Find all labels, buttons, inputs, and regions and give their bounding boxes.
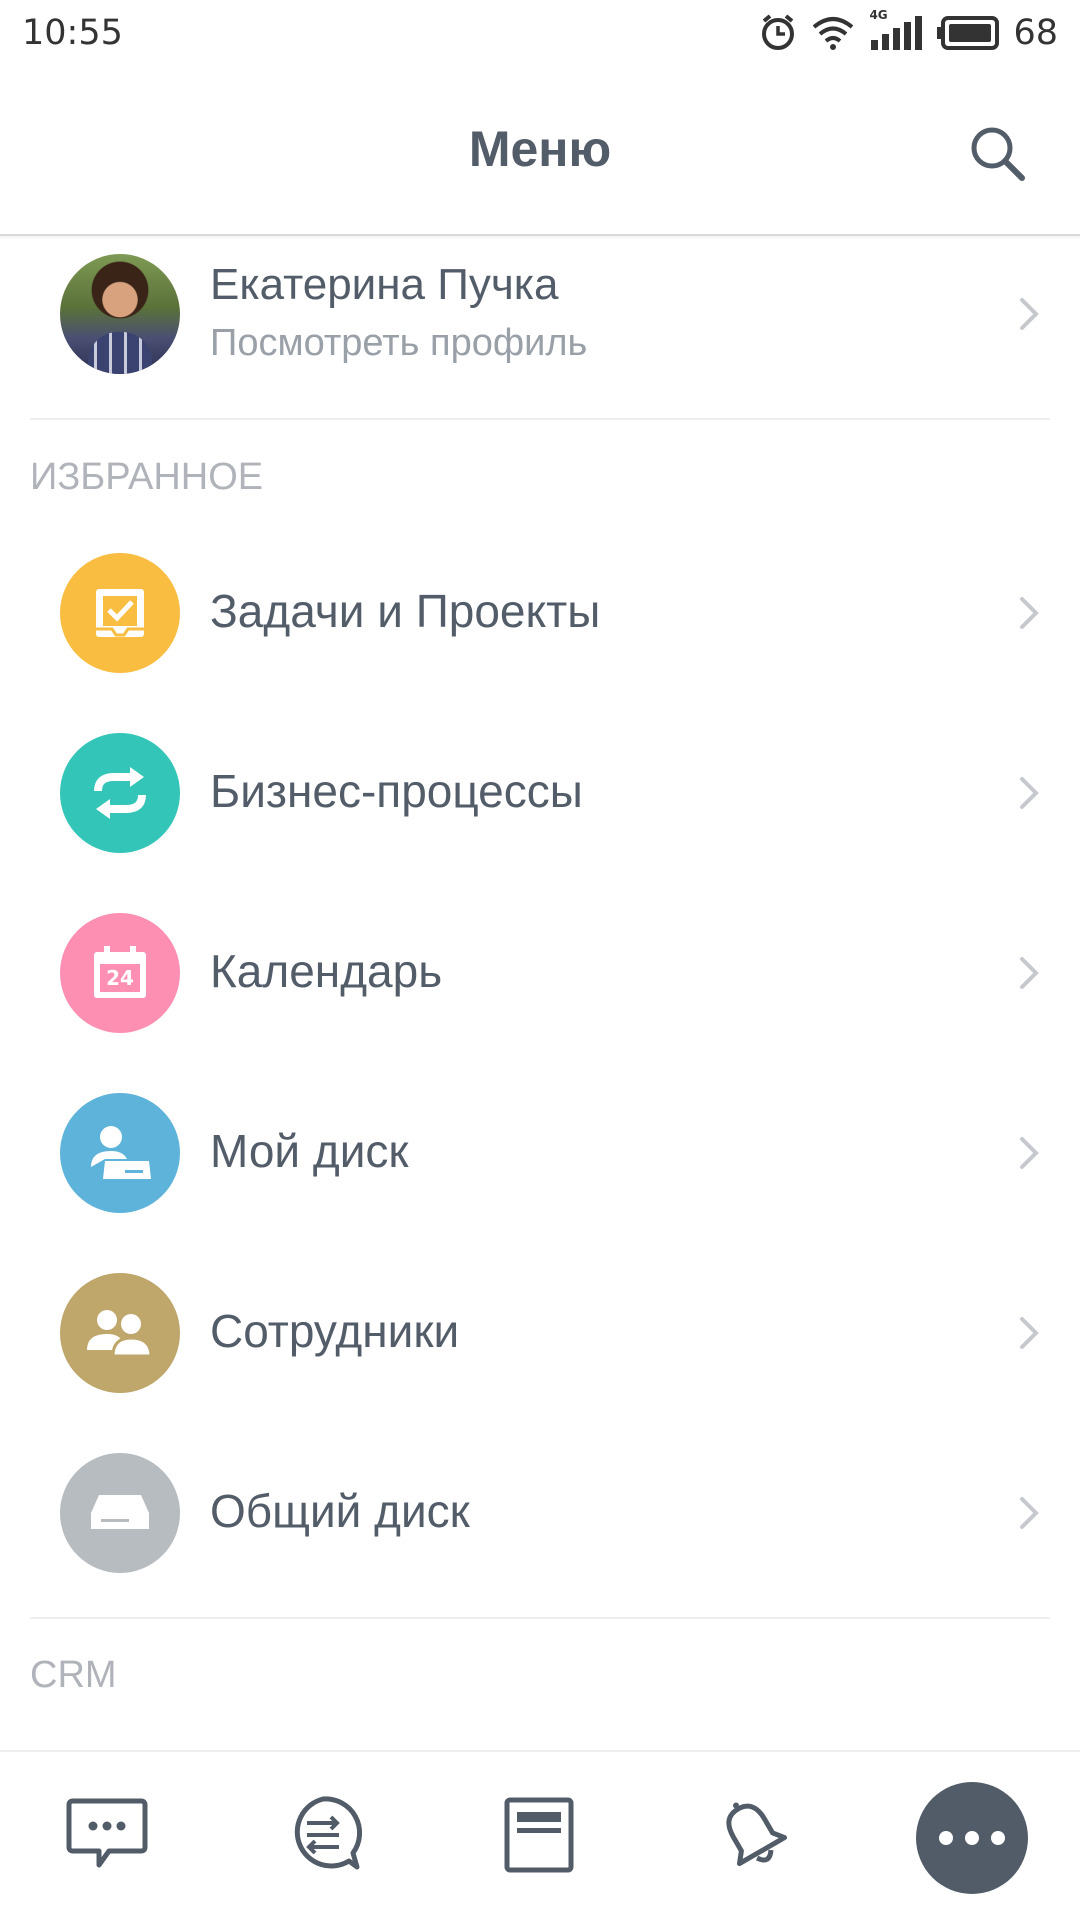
employees-icon — [60, 1273, 180, 1393]
tab-more[interactable] — [916, 1782, 1028, 1894]
search-icon[interactable] — [966, 122, 1030, 186]
tasks-icon — [60, 553, 180, 673]
calendar-icon: 24 — [60, 913, 180, 1033]
chevron-right-icon — [1020, 1137, 1039, 1169]
calendar-day: 24 — [106, 966, 134, 990]
avatar — [60, 254, 180, 374]
tab-tasks[interactable] — [494, 1790, 584, 1880]
wifi-icon — [813, 17, 854, 50]
menu-item-label: Бизнес-процессы — [210, 765, 583, 817]
menu-item-business-processes[interactable]: Бизнес-процессы — [0, 708, 1080, 878]
header: Меню — [0, 66, 1080, 236]
chevron-right-icon — [1020, 1317, 1039, 1349]
status-bar: 10:55 4G 68 — [0, 0, 1080, 66]
more-icon — [939, 1831, 1005, 1845]
profile-name: Екатерина Пучка — [210, 260, 559, 309]
feed-icon — [294, 1796, 363, 1870]
menu-item-calendar[interactable]: 24 Календарь — [0, 888, 1080, 1058]
page-title: Меню — [468, 121, 612, 177]
menu-item-label: Календарь — [210, 945, 443, 997]
alarm-icon — [762, 14, 795, 50]
chat-icon — [66, 1798, 148, 1868]
profile-row[interactable]: Екатерина Пучка Посмотреть профиль — [0, 236, 1080, 418]
menu-item-label: Общий диск — [210, 1485, 470, 1537]
divider — [30, 1617, 1050, 1619]
menu-item-shared-drive[interactable]: Общий диск — [0, 1428, 1080, 1598]
tab-chat[interactable] — [62, 1790, 152, 1880]
status-time: 10:55 — [22, 13, 123, 53]
section-favorites: ИЗБРАННОЕ — [30, 456, 264, 498]
notifications-icon — [726, 1802, 788, 1867]
menu-item-my-drive[interactable]: Мой диск — [0, 1068, 1080, 1238]
status-icons: 4G 68 — [759, 8, 1058, 53]
my-drive-icon — [60, 1093, 180, 1213]
divider — [30, 418, 1050, 420]
tab-notifications[interactable] — [708, 1790, 798, 1880]
menu-item-label: Задачи и Проекты — [210, 585, 601, 637]
menu-item-label: Мой диск — [210, 1125, 409, 1177]
menu-item-tasks[interactable]: Задачи и Проекты — [0, 528, 1080, 698]
bottom-tab-bar — [0, 1750, 1080, 1922]
battery-icon — [937, 16, 1000, 50]
battery-level: 68 — [1013, 13, 1058, 53]
menu-item-employees[interactable]: Сотрудники — [0, 1248, 1080, 1418]
chevron-right-icon — [1020, 1497, 1039, 1529]
chevron-right-icon — [1020, 597, 1039, 629]
chevron-right-icon — [1020, 777, 1039, 809]
menu-item-label: Сотрудники — [210, 1305, 460, 1357]
tab-feed[interactable] — [278, 1790, 368, 1880]
profile-view-link: Посмотреть профиль — [210, 322, 588, 364]
business-process-icon — [60, 733, 180, 853]
section-crm: CRM — [30, 1654, 117, 1696]
chevron-right-icon — [1020, 957, 1039, 989]
signal-icon: 4G — [869, 8, 923, 52]
tasks-list-icon — [504, 1797, 574, 1873]
chevron-right-icon — [1020, 298, 1039, 330]
shared-drive-icon — [60, 1453, 180, 1573]
